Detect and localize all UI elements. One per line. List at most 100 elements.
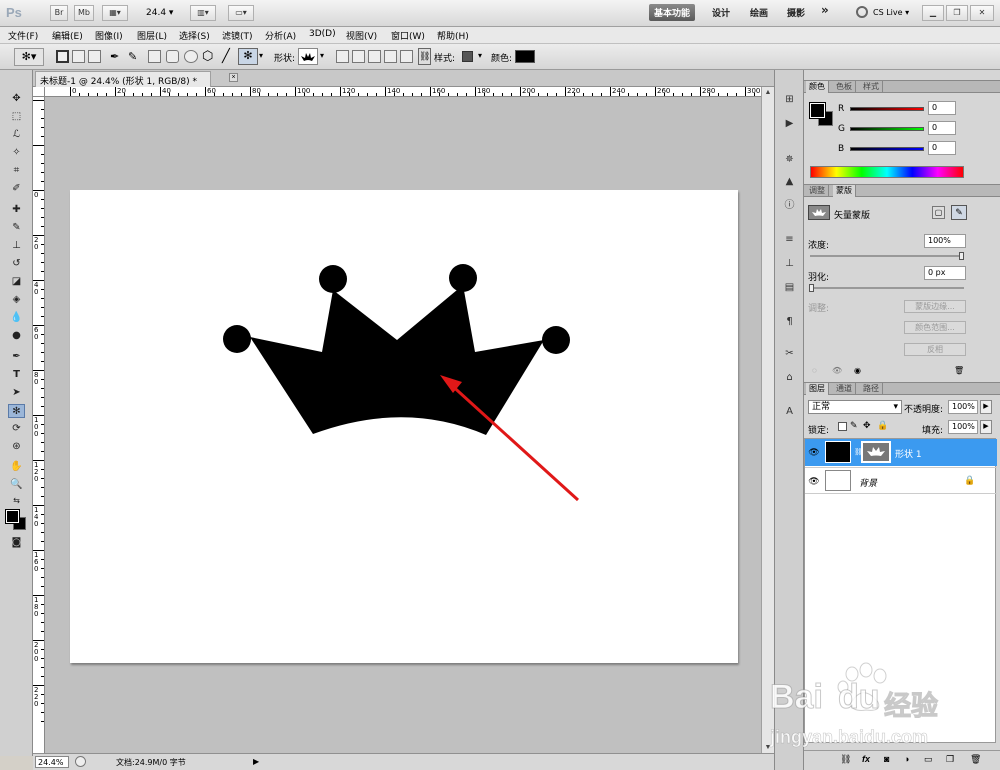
zoom-level-dropdown[interactable]: 24.4 ▾: [146, 8, 173, 18]
new-shape-layer-icon[interactable]: [336, 50, 349, 63]
document-tab[interactable]: 未标题-1 @ 24.4% (形状 1, RGB/8) *: [35, 71, 211, 87]
pen-tool-icon[interactable]: ✒: [110, 50, 119, 63]
lock-pixels-icon[interactable]: ✎: [850, 420, 858, 431]
marquee-tool-icon[interactable]: ⬚: [8, 110, 25, 124]
color-range-button[interactable]: 颜色范围...: [904, 321, 966, 334]
ellipse-tool-icon[interactable]: [184, 50, 198, 63]
paths-icon[interactable]: [72, 50, 85, 63]
custom-shape-tool-icon[interactable]: ✻: [238, 48, 258, 65]
intersect-shape-area-icon[interactable]: [384, 50, 397, 63]
status-arrow-icon[interactable]: ▶: [253, 757, 259, 766]
color-swatch[interactable]: [515, 50, 535, 63]
blue-value-field[interactable]: 0: [928, 141, 956, 155]
menu-select[interactable]: 选择(S): [179, 29, 210, 42]
subtract-shape-area-icon[interactable]: [368, 50, 381, 63]
menu-filter[interactable]: 滤镜(T): [222, 29, 253, 42]
mask-visibility-icon[interactable]: ◉: [854, 366, 861, 375]
tab-styles[interactable]: 样式: [860, 81, 883, 93]
3d-rotate-icon[interactable]: ⟳: [8, 422, 25, 436]
brush-tool-icon[interactable]: ✎: [8, 221, 25, 235]
menu-image[interactable]: 图像(I): [95, 29, 123, 42]
spot-healing-icon[interactable]: ✚: [8, 203, 25, 217]
workspace-photography[interactable]: 摄影: [787, 6, 805, 19]
layer-row-shape1[interactable]: 👁 ⛓ 形状 1: [805, 439, 997, 466]
freeform-pen-icon[interactable]: ✎: [128, 50, 137, 63]
rounded-rectangle-icon[interactable]: [166, 50, 179, 63]
shape-picker-dropdown[interactable]: ▾: [320, 51, 324, 60]
tab-color[interactable]: 颜色: [806, 81, 829, 93]
navigator-panel-icon[interactable]: ✵: [781, 152, 798, 167]
blue-slider[interactable]: [850, 147, 924, 151]
custom-shape-tool-icon[interactable]: ✻: [8, 404, 25, 418]
feather-field[interactable]: 0 px: [924, 266, 966, 280]
opacity-slider-button[interactable]: ▶: [980, 400, 992, 414]
paragraph-panel-icon[interactable]: ¶: [781, 314, 798, 329]
density-slider[interactable]: [810, 255, 964, 257]
tab-channels[interactable]: 通道: [833, 383, 856, 395]
link-style-icon[interactable]: ⛓: [418, 48, 431, 65]
fill-field[interactable]: 100%: [948, 420, 978, 434]
clone-source-icon[interactable]: ⊥: [781, 256, 798, 271]
info-panel-icon[interactable]: ⓘ: [781, 198, 798, 213]
workspace-painting[interactable]: 绘画: [750, 6, 768, 19]
red-value-field[interactable]: 0: [928, 101, 956, 115]
shape-layers-icon[interactable]: [56, 50, 69, 63]
density-field[interactable]: 100%: [924, 234, 966, 248]
menu-layer[interactable]: 图层(L): [137, 29, 167, 42]
line-tool-icon[interactable]: ╱: [222, 48, 230, 64]
tab-swatches[interactable]: 色板: [833, 81, 856, 93]
delete-mask-icon[interactable]: 🗑: [954, 366, 964, 375]
vector-mask-button[interactable]: ✎: [951, 205, 967, 220]
type-tool-icon[interactable]: T: [8, 368, 25, 382]
polygon-tool-icon[interactable]: ⬡: [202, 48, 213, 64]
opacity-field[interactable]: 100%: [948, 400, 978, 414]
tab-paths[interactable]: 路径: [860, 383, 883, 395]
quick-mask-icon[interactable]: ◙: [8, 536, 25, 550]
3d-panel-icon[interactable]: ✂: [781, 346, 798, 361]
restore-button[interactable]: ❐: [946, 5, 968, 21]
scroll-up-icon[interactable]: ▲: [764, 89, 772, 96]
3d-orbit-icon[interactable]: ⊛: [8, 440, 25, 454]
cs-live-menu[interactable]: CS Live ▾: [873, 8, 909, 17]
layer-name[interactable]: 形状 1: [895, 447, 922, 460]
invert-button[interactable]: 反相: [904, 343, 966, 356]
layer-row-background[interactable]: 👁 背景 🔒: [805, 467, 997, 494]
apply-mask-icon[interactable]: 👁: [832, 366, 842, 375]
add-shape-area-icon[interactable]: [352, 50, 365, 63]
foreground-color-swatch[interactable]: [5, 509, 20, 524]
ruler-origin[interactable]: [33, 87, 45, 97]
tool-presets-icon[interactable]: ▤: [781, 280, 798, 295]
menu-analysis[interactable]: 分析(A): [265, 29, 296, 42]
view-extras-button[interactable]: ▦▾: [102, 5, 128, 21]
blur-tool-icon[interactable]: 💧: [8, 311, 25, 325]
pixel-mask-button[interactable]: ▢: [932, 206, 945, 219]
layer-visibility-eye-icon[interactable]: 👁: [808, 447, 820, 457]
bridge-button[interactable]: Br: [50, 5, 68, 21]
clone-stamp-icon[interactable]: ⊥: [8, 239, 25, 253]
layer-vector-mask-thumbnail[interactable]: [861, 441, 891, 463]
workspace-essentials[interactable]: 基本功能: [649, 4, 696, 21]
tab-layers[interactable]: 图层: [806, 383, 829, 395]
rectangle-tool-icon[interactable]: [148, 50, 161, 63]
color-foreground-swatch[interactable]: [809, 102, 826, 119]
zoom-tool-icon[interactable]: 🔍: [8, 478, 25, 492]
status-info-icon[interactable]: [75, 756, 86, 767]
mini-bridge-button[interactable]: Mb: [74, 5, 94, 21]
character-panel-icon[interactable]: A: [781, 404, 798, 419]
exclude-shape-area-icon[interactable]: [400, 50, 413, 63]
geometry-options-dropdown[interactable]: ▾: [259, 51, 263, 60]
shape-picker[interactable]: [298, 48, 318, 65]
density-slider-thumb[interactable]: [959, 252, 964, 260]
arrange-documents-button[interactable]: ▥▾: [190, 5, 216, 21]
screen-mode-button[interactable]: ▭▾: [228, 5, 254, 21]
swap-colors-icon[interactable]: ⇆: [8, 494, 25, 508]
close-window-button[interactable]: ✕: [970, 5, 994, 21]
green-value-field[interactable]: 0: [928, 121, 956, 135]
red-slider[interactable]: [850, 107, 924, 111]
fill-pixels-icon[interactable]: [88, 50, 101, 63]
feather-slider[interactable]: [810, 287, 964, 289]
move-tool-icon[interactable]: ✥: [8, 92, 25, 106]
layer-name[interactable]: 背景: [859, 476, 877, 489]
load-selection-icon[interactable]: ◌: [812, 366, 817, 375]
background-layer-thumbnail[interactable]: [825, 470, 851, 491]
